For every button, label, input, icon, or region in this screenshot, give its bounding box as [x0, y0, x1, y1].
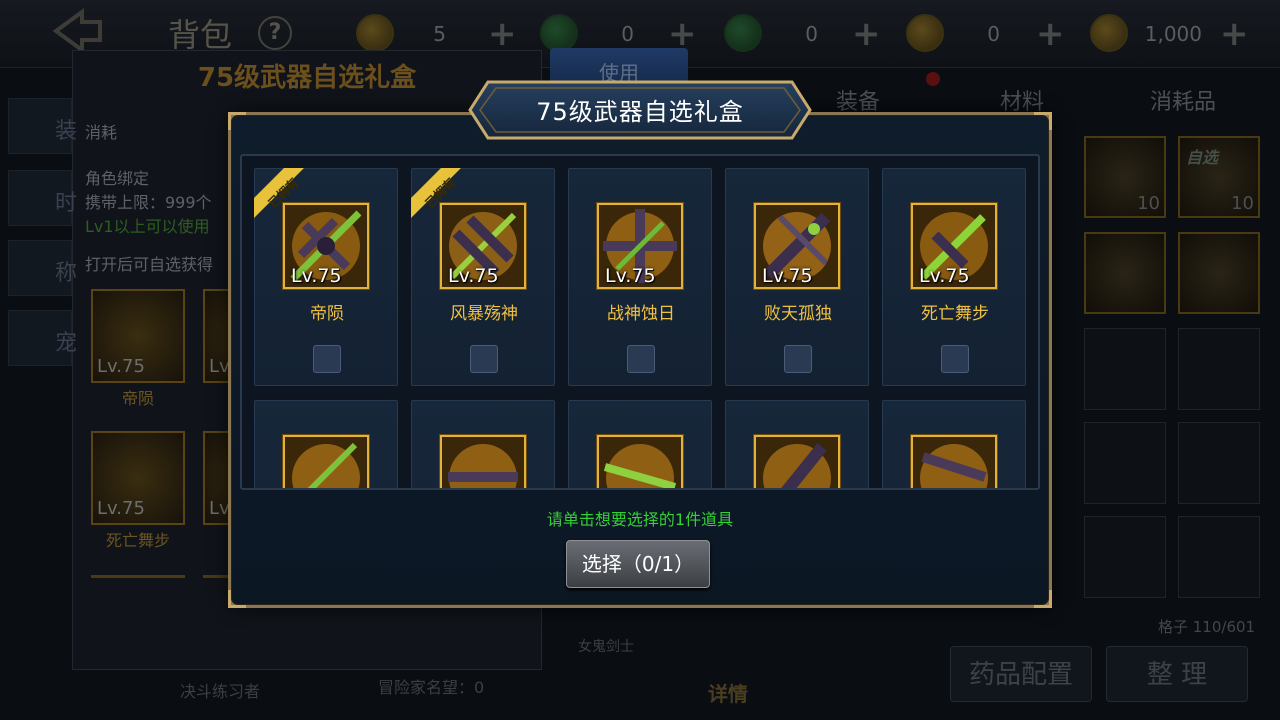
item-name: 败天孤独	[764, 304, 832, 324]
detail-item-partial	[91, 575, 185, 578]
item-card[interactable]	[725, 400, 869, 488]
weapon-icon: Lv.75	[754, 203, 840, 289]
inventory-slot[interactable]	[1084, 328, 1166, 410]
currency-value: 0	[621, 22, 634, 46]
slot-capacity: 格子 110/601	[1158, 618, 1256, 636]
item-checkbox[interactable]	[941, 345, 969, 373]
currency-value: 0	[805, 22, 818, 46]
tab-consumables[interactable]: 消耗品	[1150, 84, 1216, 116]
adventurer-fame: 冒险家名望：0	[378, 678, 485, 697]
item-card[interactable]	[568, 400, 712, 488]
weapon-icon	[754, 435, 840, 488]
item-level: Lv.75	[919, 265, 970, 287]
weapon-icon: Lv.75	[911, 203, 997, 289]
currency-value: 0	[987, 22, 1000, 46]
item-card[interactable]	[254, 400, 398, 488]
weapon-icon	[597, 435, 683, 488]
item-after-open: 打开后可自选获得	[85, 255, 214, 274]
item-type: 消耗	[85, 123, 118, 142]
item-checkbox[interactable]	[627, 345, 655, 373]
slot-tag: 自选	[1186, 148, 1219, 167]
detail-item-name: 死亡舞步	[105, 531, 170, 550]
sort-button[interactable]: 整 理	[1106, 646, 1248, 702]
item-checkbox[interactable]	[313, 345, 341, 373]
item-carry-limit: 携带上限：999个	[85, 193, 212, 212]
modal-title-plate: 75级武器自选礼盒	[468, 80, 812, 140]
item-level-req: Lv1以上可以使用	[85, 217, 210, 236]
character-class: 女鬼剑士	[578, 639, 634, 655]
item-name: 死亡舞步	[921, 304, 989, 324]
weapon-icon	[911, 435, 997, 488]
item-card[interactable]: Lv.75 战神蚀日	[568, 168, 712, 386]
side-tab[interactable]: 称	[8, 240, 77, 296]
item-card[interactable]	[882, 400, 1026, 488]
inventory-slot[interactable]: 自选 10	[1178, 136, 1260, 218]
frame-corner	[228, 590, 246, 608]
item-bind: 角色绑定	[85, 169, 150, 188]
detail-item-icon: Lv.75	[91, 289, 185, 383]
side-tab[interactable]: 装	[8, 98, 77, 154]
currency-value: 1,000	[1144, 22, 1202, 46]
item-card[interactable]: Lv.75 死亡舞步	[882, 168, 1026, 386]
add-currency-button[interactable]: +	[1036, 14, 1065, 54]
coin-stack-icon	[1090, 14, 1128, 52]
potion-config-button[interactable]: 药品配置	[950, 646, 1092, 702]
item-card[interactable]: Lv.75 败天孤独	[725, 168, 869, 386]
character-title: 决斗练习者	[180, 682, 261, 701]
item-level: Lv.75	[97, 356, 145, 377]
inventory-slot[interactable]	[1084, 422, 1166, 504]
currency-value: 5	[433, 22, 446, 46]
inventory-slot[interactable]	[1178, 232, 1260, 314]
frame-corner	[1034, 112, 1052, 130]
frame-corner	[228, 112, 246, 130]
selection-hint: 请单击想要选择的1件道具	[546, 510, 734, 529]
item-level: Lv.75	[762, 265, 813, 287]
side-tab[interactable]: 时	[8, 170, 77, 226]
add-currency-button[interactable]: +	[1220, 14, 1249, 54]
item-card[interactable]	[411, 400, 555, 488]
question-icon[interactable]: ?	[258, 16, 292, 50]
detail-button[interactable]: 详情	[706, 678, 750, 707]
weapon-icon	[283, 435, 369, 488]
item-name: 风暴殇神	[450, 304, 518, 324]
item-level: Lv.75	[448, 265, 499, 287]
item-selection-list[interactable]: Lv.75 帝陨 Lv.75 风暴殇神 Lv.75 战神蚀日 Lv.75 败天孤…	[240, 154, 1040, 490]
notification-dot	[926, 72, 940, 86]
modal-title: 75级武器自选礼盒	[536, 98, 744, 126]
slot-count: 10	[1231, 193, 1254, 214]
detail-item-name: 帝陨	[121, 389, 154, 408]
item-level: Lv.75	[605, 265, 656, 287]
add-currency-button[interactable]: +	[852, 14, 881, 54]
slot-count: 10	[1137, 193, 1160, 214]
owned-ribbon: 已拥有	[411, 168, 471, 228]
frame-corner	[1034, 590, 1052, 608]
inventory-slot[interactable]	[1084, 232, 1166, 314]
add-currency-button[interactable]: +	[488, 14, 517, 54]
inventory-slot[interactable]	[1178, 328, 1260, 410]
owned-ribbon: 已拥有	[254, 168, 314, 228]
weapon-icon	[440, 435, 526, 488]
side-tab[interactable]: 宠	[8, 310, 77, 366]
back-arrow-icon[interactable]	[48, 6, 108, 56]
item-level: Lv.75	[291, 265, 342, 287]
item-name: 战神蚀日	[607, 304, 675, 324]
weapon-icon: Lv.75	[597, 203, 683, 289]
item-name: 帝陨	[310, 304, 344, 324]
inventory-slot[interactable]: 10	[1084, 136, 1166, 218]
item-checkbox[interactable]	[784, 345, 812, 373]
select-button[interactable]: 选择（0/1）	[566, 540, 710, 588]
inventory-slot[interactable]	[1178, 422, 1260, 504]
item-checkbox[interactable]	[470, 345, 498, 373]
